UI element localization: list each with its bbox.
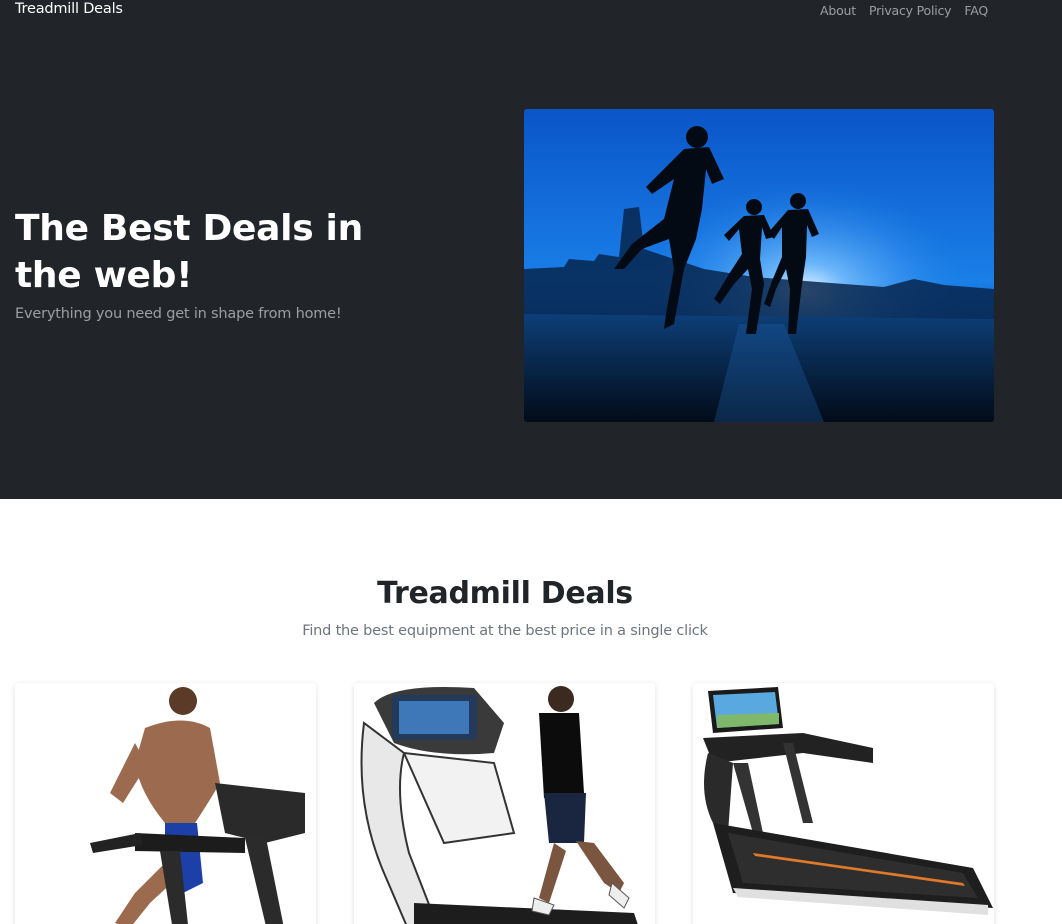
section-subtitle: Find the best equipment at the best pric…: [302, 623, 708, 639]
hero-section: Treadmill Deals About Privacy Policy FAQ…: [0, 0, 1062, 499]
nav-link-faq[interactable]: FAQ: [964, 3, 988, 18]
nav-link-about[interactable]: About: [820, 3, 856, 18]
hero-title: The Best Deals in the web!: [15, 208, 363, 296]
product-card[interactable]: [15, 683, 316, 924]
treadmill-image: [354, 683, 655, 924]
section-title: Treadmill Deals: [377, 576, 633, 611]
hero-subtitle: Everything you need get in shape from ho…: [15, 306, 342, 322]
navbar-brand[interactable]: Treadmill Deals: [15, 1, 123, 17]
nav-link-privacy-policy[interactable]: Privacy Policy: [869, 3, 952, 18]
product-card[interactable]: [354, 683, 655, 924]
treadmill-image: [15, 683, 316, 924]
navbar-links: About Privacy Policy FAQ: [807, 3, 988, 18]
product-card[interactable]: [693, 683, 994, 924]
treadmill-image: [693, 683, 994, 924]
hero-image-runners: [524, 109, 994, 422]
